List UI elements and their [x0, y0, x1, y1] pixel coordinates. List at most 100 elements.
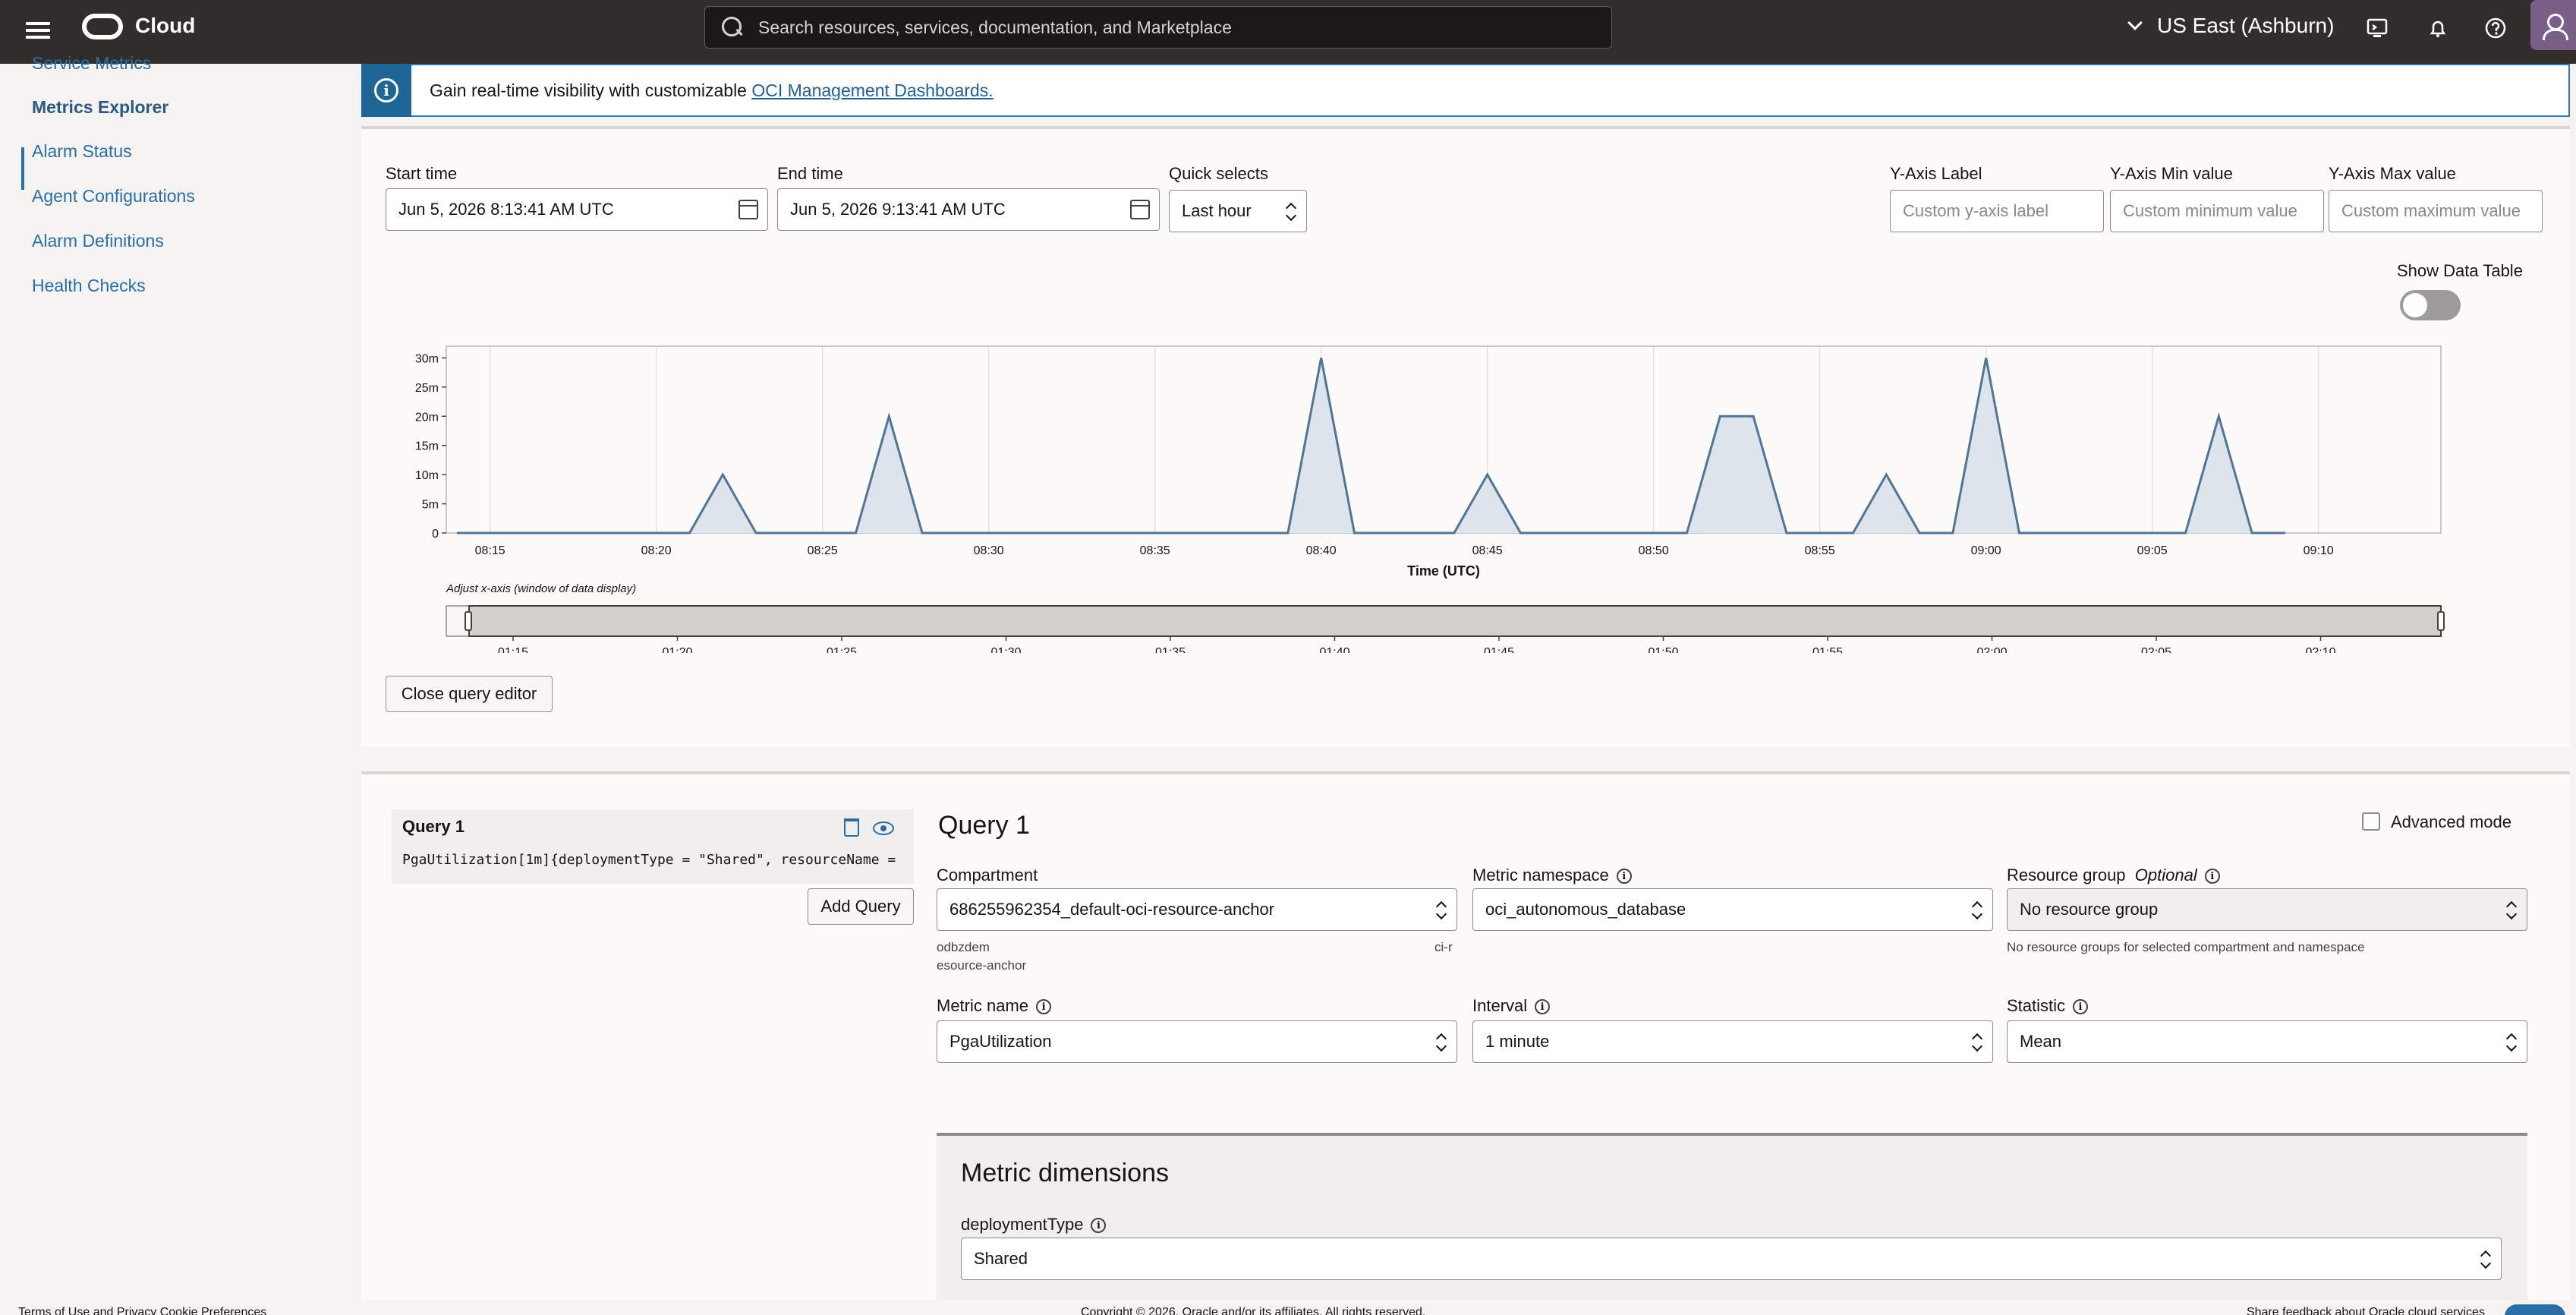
- visibility-icon[interactable]: [873, 821, 894, 835]
- select-arrows-icon: [2505, 900, 2516, 921]
- sidebar-item-service-metrics[interactable]: Service Metrics: [32, 53, 151, 74]
- info-icon[interactable]: i: [2073, 999, 2089, 1015]
- sidebar-item-health-checks[interactable]: Health Checks: [32, 276, 146, 296]
- resource-group-value: No resource group: [2020, 900, 2159, 919]
- banner-text: Gain real-time visibility with customiza…: [430, 80, 994, 101]
- advanced-mode-checkbox[interactable]: [2362, 812, 2380, 831]
- x-tick-label: 08:20: [641, 544, 672, 557]
- query-card[interactable]: [392, 809, 914, 884]
- brand-name[interactable]: Cloud: [135, 14, 195, 38]
- x-axis-title: Time (UTC): [1407, 563, 1480, 579]
- interval-value: 1 minute: [1485, 1032, 1550, 1051]
- y-tick-label: 10m: [415, 469, 439, 482]
- resource-group-label-text: Resource group: [2007, 866, 2126, 885]
- add-query-button[interactable]: Add Query: [808, 888, 914, 925]
- calendar-icon[interactable]: [1130, 200, 1150, 219]
- dimension-select[interactable]: Shared: [961, 1238, 2502, 1280]
- metric-namespace-value: oci_autonomous_database: [1485, 900, 1686, 919]
- quick-selects-select[interactable]: Last hour: [1169, 190, 1307, 232]
- statistic-select[interactable]: Mean: [2007, 1020, 2527, 1063]
- x-tick-label: 08:50: [1639, 544, 1669, 557]
- notifications-icon[interactable]: [2426, 17, 2450, 41]
- select-arrows-icon: [1971, 1032, 1982, 1053]
- region-selector[interactable]: US East (Ashburn): [2127, 14, 2335, 38]
- sidebar-item-alarm-status[interactable]: Alarm Status: [32, 141, 132, 162]
- y-axis-min-input[interactable]: Custom minimum value: [2110, 190, 2324, 232]
- interval-label: Interval i: [1472, 996, 1551, 1016]
- y-axis-label-input[interactable]: Custom y-axis label: [1890, 190, 2104, 232]
- oracle-logo[interactable]: [82, 14, 123, 39]
- query-heading: Query 1: [938, 811, 1030, 840]
- y-axis-max-input[interactable]: Custom maximum value: [2329, 190, 2543, 232]
- start-time-field[interactable]: Jun 5, 2026 8:13:41 AM UTC: [386, 188, 768, 231]
- interval-label-text: Interval: [1472, 996, 1528, 1015]
- menu-icon[interactable]: [26, 18, 50, 43]
- compartment-path-hint: odbzdem: [937, 940, 990, 954]
- calendar-icon[interactable]: [738, 200, 758, 219]
- navigator-tick-label: 02:05: [2141, 646, 2171, 653]
- x-tick-label: 08:35: [1140, 544, 1170, 557]
- show-data-table-toggle[interactable]: [2400, 290, 2461, 320]
- resource-group-hint: No resource groups for selected compartm…: [2007, 940, 2365, 954]
- cloud-shell-icon[interactable]: [2365, 17, 2389, 41]
- navigator-tick-label: 01:15: [498, 646, 528, 653]
- info-icon[interactable]: i: [1036, 999, 1052, 1015]
- navigator-right-handle[interactable]: [2437, 611, 2445, 631]
- y-tick-label: 30m: [415, 352, 439, 365]
- statistic-value: Mean: [2020, 1032, 2062, 1051]
- compartment-select[interactable]: 686255962354_default-oci-resource-anchor: [937, 888, 1457, 931]
- navigator-tick-label: 02:10: [2305, 646, 2335, 653]
- resource-group-select[interactable]: No resource group: [2007, 888, 2527, 931]
- delete-icon[interactable]: [844, 818, 859, 837]
- metric-namespace-select[interactable]: oci_autonomous_database: [1472, 888, 1993, 931]
- region-label: US East (Ashburn): [2157, 14, 2335, 37]
- dashboards-link[interactable]: OCI Management Dashboards.: [751, 80, 993, 100]
- search-placeholder: Search resources, services, documentatio…: [758, 17, 1232, 37]
- info-icon[interactable]: i: [1616, 869, 1632, 885]
- navigator-label: Adjust x-axis (window of data display): [446, 582, 636, 595]
- select-arrows-icon: [2480, 1249, 2490, 1270]
- search-input[interactable]: Search resources, services, documentatio…: [704, 6, 1612, 49]
- show-data-table-label: Show Data Table: [2397, 261, 2523, 280]
- x-tick-label: 08:25: [808, 544, 838, 557]
- info-icon[interactable]: i: [1091, 1218, 1107, 1234]
- banner-message: Gain real-time visibility with customiza…: [430, 80, 752, 100]
- compartment-path-hint-2: esource-anchor: [937, 958, 1027, 973]
- select-arrows-icon: [2505, 1032, 2516, 1053]
- y-tick-label: 25m: [415, 382, 439, 395]
- profile-icon[interactable]: [2530, 0, 2576, 50]
- x-tick-label: 08:40: [1306, 544, 1337, 557]
- statistic-label: Statistic i: [2007, 996, 2089, 1016]
- navigator-window[interactable]: [468, 605, 2442, 637]
- sidebar-item-metrics-explorer[interactable]: Metrics Explorer: [32, 97, 168, 118]
- close-query-editor-button[interactable]: Close query editor: [386, 676, 553, 712]
- feedback-toggle[interactable]: [2505, 1304, 2565, 1315]
- dimension-label: deploymentType i: [961, 1215, 1107, 1235]
- query-card-title: Query 1: [402, 817, 464, 836]
- end-time-field[interactable]: Jun 5, 2026 9:13:41 AM UTC: [777, 188, 1160, 231]
- search-icon: [722, 17, 743, 38]
- navigator-tick-label: 01:30: [990, 646, 1021, 653]
- quick-selects-value: Last hour: [1182, 201, 1252, 220]
- query-card-expression: PgaUtilization[1m]{deploymentType = "Sha…: [402, 852, 903, 868]
- start-time-value: Jun 5, 2026 8:13:41 AM UTC: [398, 200, 614, 219]
- footer: Terms of Use and Privacy Cookie Preferen…: [0, 1300, 2576, 1315]
- compartment-label: Compartment: [937, 866, 1038, 885]
- start-time-label: Start time: [386, 164, 458, 183]
- sidebar-item-alarm-definitions[interactable]: Alarm Definitions: [32, 231, 164, 251]
- metric-name-select[interactable]: PgaUtilization: [937, 1020, 1457, 1063]
- interval-select[interactable]: 1 minute: [1472, 1020, 1993, 1063]
- y-axis-min-label: Y-Axis Min value: [2110, 164, 2233, 183]
- metric-name-label: Metric name i: [937, 996, 1052, 1016]
- help-icon[interactable]: [2483, 17, 2508, 41]
- feedback-link[interactable]: Share feedback about Oracle cloud servic…: [2247, 1306, 2485, 1315]
- dimension-value: Shared: [974, 1249, 1028, 1268]
- info-icon[interactable]: i: [1535, 999, 1551, 1015]
- sidebar-item-agent-configurations[interactable]: Agent Configurations: [32, 186, 195, 207]
- footer-links[interactable]: Terms of Use and Privacy Cookie Preferen…: [18, 1306, 266, 1315]
- navigator-tick-label: 02:00: [1976, 646, 2007, 653]
- info-banner: i Gain real-time visibility with customi…: [361, 64, 2570, 117]
- x-tick-label: 09:05: [2137, 544, 2168, 557]
- info-icon[interactable]: i: [2204, 869, 2220, 885]
- navigator-left-handle[interactable]: [464, 611, 472, 631]
